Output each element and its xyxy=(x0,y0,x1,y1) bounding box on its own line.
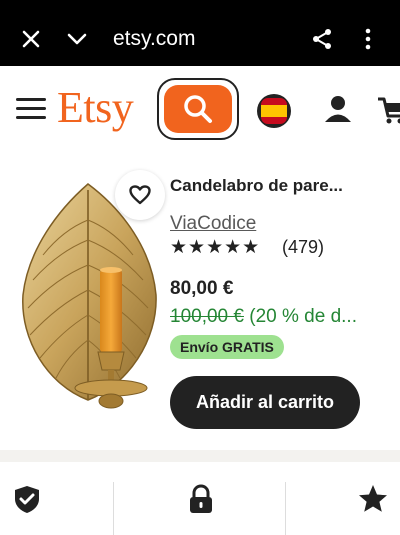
discount-label: (20 % de d... xyxy=(243,306,357,327)
star-icon xyxy=(359,485,387,512)
spain-flag-icon[interactable] xyxy=(257,94,291,128)
favorite-button[interactable] xyxy=(115,170,165,220)
add-to-cart-button[interactable]: Añadir al carrito xyxy=(170,376,360,429)
star-rating: ★★★★★ xyxy=(170,237,261,258)
search-button[interactable] xyxy=(157,78,239,140)
review-count: (479) xyxy=(282,237,325,257)
user-icon[interactable] xyxy=(322,93,354,125)
shop-name[interactable]: ViaCodice xyxy=(170,213,256,235)
etsy-logo[interactable]: Etsy xyxy=(57,82,134,133)
url-bar: etsy.com xyxy=(0,18,400,62)
cart-icon[interactable] xyxy=(376,94,400,126)
share-icon[interactable] xyxy=(310,27,334,51)
search-icon xyxy=(184,95,212,123)
original-price-row: 100,00 € (20 % de d... xyxy=(170,306,395,328)
url-text[interactable]: etsy.com xyxy=(113,27,195,51)
features-card xyxy=(0,462,400,535)
chevron-down-icon[interactable] xyxy=(66,28,88,50)
product-title[interactable]: Candelabro de pare... xyxy=(170,176,390,196)
original-price: 100,00 € xyxy=(170,306,244,327)
bottom-features xyxy=(0,450,400,535)
feature-divider xyxy=(113,482,114,535)
more-vertical-icon[interactable] xyxy=(358,27,378,51)
sale-price: 80,00 € xyxy=(170,278,234,299)
site-header: Etsy xyxy=(0,66,400,152)
shield-check-icon xyxy=(15,486,39,513)
free-shipping-badge: Envío GRATIS xyxy=(170,335,284,359)
heart-icon xyxy=(129,185,151,205)
hamburger-menu-icon[interactable] xyxy=(16,98,46,120)
browser-toolbar: etsy.com xyxy=(0,0,400,66)
close-icon[interactable] xyxy=(20,28,42,50)
product-card[interactable]: Candelabro de pare... ViaCodice ★★★★★ (4… xyxy=(0,152,400,450)
feature-divider xyxy=(285,482,286,535)
lock-icon xyxy=(190,484,212,513)
